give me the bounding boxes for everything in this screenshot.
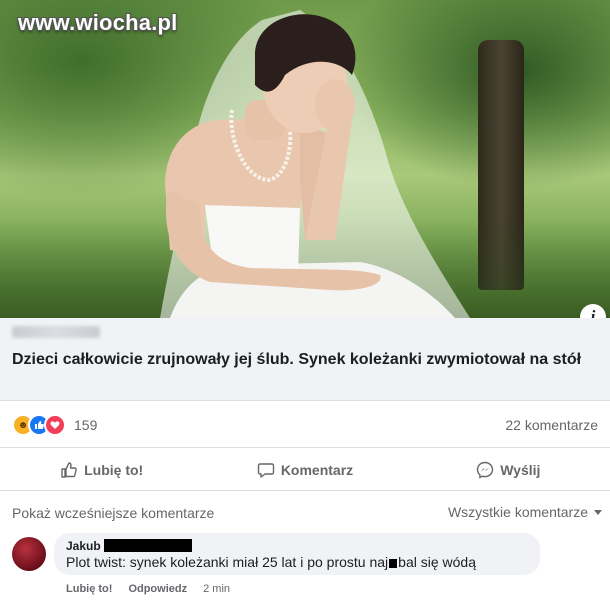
like-button-label: Lubię to!: [84, 462, 144, 478]
like-button[interactable]: Lubię to!: [0, 448, 203, 492]
send-button-label: Wyślij: [500, 462, 541, 478]
comment-meta: Lubię to! Odpowiedz 2 min: [66, 583, 230, 595]
comments-section: Pokaż wcześniejsze komentarze Wszystkie …: [0, 490, 610, 606]
bride-illustration: [160, 10, 470, 318]
reaction-summary[interactable]: ☻ 159: [12, 414, 98, 436]
comment-text-end: bal się wódą: [398, 554, 476, 570]
post-headline[interactable]: Dzieci całkowicie zrujnowały jej ślub. S…: [12, 350, 598, 370]
comment-text-start: Plot twist: synek koleżanki miał 25 lat …: [66, 554, 389, 570]
post-footer: ☻ 159 22 komentarze Lubię to! Komentarz: [0, 400, 610, 491]
reaction-count: 159: [74, 417, 98, 433]
send-button[interactable]: Wyślij: [407, 448, 610, 492]
comment-author[interactable]: Jakub: [66, 539, 101, 553]
comment-reply-link[interactable]: Odpowiedz: [128, 583, 187, 595]
comment-button-label: Komentarz: [280, 462, 354, 478]
watermark-text: www.wiocha.pl: [18, 10, 178, 35]
comment-bubble: Jakub Plot twist: synek koleżanki miał 2…: [54, 533, 540, 575]
comment-button[interactable]: Komentarz: [203, 448, 406, 492]
comment-text: Plot twist: synek koleżanki miał 25 lat …: [66, 554, 476, 570]
post-image[interactable]: www.wiocha.pl i: [0, 0, 610, 318]
caret-down-icon: [594, 509, 602, 515]
censor-block: [389, 559, 398, 568]
comment-icon: [257, 463, 275, 478]
comments-count[interactable]: 22 komentarze: [505, 417, 598, 433]
comment-like-link[interactable]: Lubię to!: [66, 583, 112, 595]
post-actions: Lubię to! Komentarz Wyślij: [0, 447, 610, 492]
blurred-domain: [12, 326, 100, 338]
show-previous-comments-link[interactable]: Pokaż wcześniejsze komentarze: [12, 505, 214, 521]
comment-timestamp[interactable]: 2 min: [203, 583, 230, 595]
redacted-surname: [104, 539, 192, 552]
avatar[interactable]: [12, 537, 46, 571]
comments-filter-dropdown[interactable]: Wszystkie komentarze: [448, 504, 602, 520]
thumbs-up-icon: [61, 462, 77, 478]
link-preview[interactable]: Dzieci całkowicie zrujnowały jej ślub. S…: [0, 318, 610, 400]
love-icon: [44, 414, 66, 436]
comments-filter-label: Wszystkie komentarze: [447, 504, 588, 520]
messenger-icon: [477, 461, 494, 479]
